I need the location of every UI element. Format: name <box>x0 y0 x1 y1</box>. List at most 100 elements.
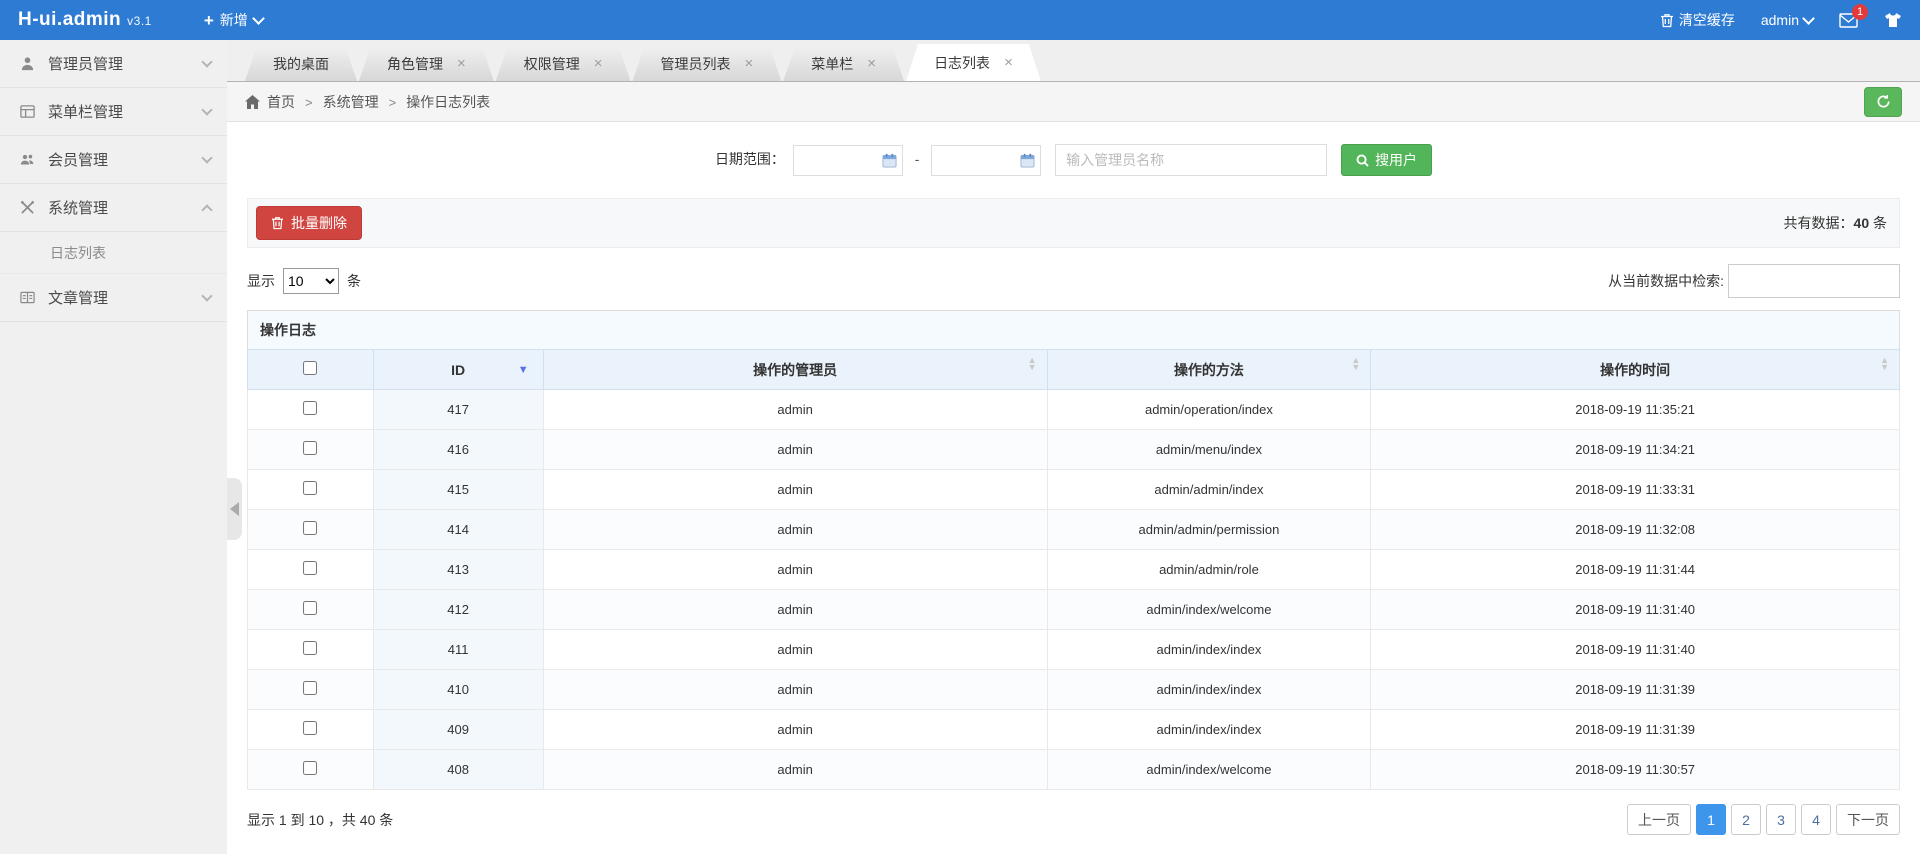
row-checkbox[interactable] <box>303 401 318 415</box>
cell-time: 2018-09-19 11:31:40 <box>1370 629 1900 670</box>
tab-label: 权限管理 <box>523 55 580 72</box>
cell-admin: admin <box>542 389 1048 430</box>
tab[interactable]: 管理员列表 × <box>633 46 782 81</box>
breadcrumb-bar: 首页 > 系统管理 > 操作日志列表 <box>227 82 1920 122</box>
column-header-id[interactable]: ID ▼ <box>372 349 544 390</box>
add-new-button[interactable]: + 新增 <box>204 10 265 30</box>
close-icon[interactable]: × <box>867 56 876 71</box>
cell-id: 408 <box>372 749 544 790</box>
user-menu[interactable]: admin <box>1761 11 1815 28</box>
page-number-button[interactable]: 1 <box>1696 804 1726 835</box>
column-header-method[interactable]: 操作的方法 ▲ ▼ <box>1046 349 1372 390</box>
sidebar-item[interactable]: 系统管理 <box>0 184 227 232</box>
app-brand[interactable]: H-ui.admin v3.1 <box>18 9 152 31</box>
total-count: 40 <box>1853 215 1870 231</box>
breadcrumb-item[interactable]: 首页 <box>267 94 295 110</box>
breadcrumb-separator: > <box>305 94 313 110</box>
tab-label: 我的桌面 <box>273 55 329 72</box>
sidebar-subitem[interactable]: 日志列表 <box>0 232 227 274</box>
page-number-button[interactable]: 2 <box>1731 804 1761 835</box>
total-count-text: 共有数据：40 条 <box>1784 213 1891 233</box>
tab[interactable]: 我的桌面 <box>245 46 357 81</box>
cell-admin: admin <box>542 589 1048 630</box>
close-icon[interactable]: × <box>1004 55 1013 70</box>
cell-time: 2018-09-19 11:35:21 <box>1370 389 1900 430</box>
column-label: 操作的管理员 <box>753 361 838 378</box>
sort-icon: ▲ ▼ <box>1351 355 1361 373</box>
theme-skin-button[interactable] <box>1884 12 1902 28</box>
row-checkbox[interactable] <box>303 441 318 455</box>
brand-version: v3.1 <box>127 14 152 28</box>
select-all-checkbox[interactable] <box>303 361 318 375</box>
row-checkbox[interactable] <box>303 481 318 495</box>
tab[interactable]: 菜单栏 × <box>783 46 904 81</box>
cell-admin: admin <box>542 509 1048 550</box>
table-row: 414 admin admin/admin/permission 2018-09… <box>247 509 1900 550</box>
batch-delete-button[interactable]: 批量删除 <box>256 206 362 240</box>
cell-id: 410 <box>372 669 544 710</box>
row-checkbox[interactable] <box>303 721 318 735</box>
tab[interactable]: 日志列表 × <box>906 44 1041 81</box>
tab-strip: 我的桌面 角色管理 × 权限管理 × 管理员列表 × 菜单栏 × 日志列表 × <box>227 40 1920 82</box>
main-layout: 管理员管理 菜单栏管理 会员管理 系统管理 日志列表 文章管理 我的桌面 角色管… <box>0 40 1920 854</box>
page-number-button[interactable]: 4 <box>1801 804 1831 835</box>
breadcrumb-item: 操作日志列表 <box>406 93 491 110</box>
close-icon[interactable]: × <box>745 56 754 71</box>
sidebar-item[interactable]: 菜单栏管理 <box>0 88 227 136</box>
row-checkbox[interactable] <box>303 601 318 615</box>
clear-cache-button[interactable]: 清空缓存 <box>1660 10 1735 30</box>
messages-button[interactable]: 1 <box>1839 3 1868 28</box>
page-size-select[interactable]: 10 <box>283 268 339 294</box>
chevron-down-icon <box>201 290 213 302</box>
column-header-time[interactable]: 操作的时间 ▲ ▼ <box>1370 349 1900 390</box>
chevron-down-icon <box>251 11 265 25</box>
sidebar-item[interactable]: 文章管理 <box>0 274 227 322</box>
sidebar-collapse-handle[interactable] <box>227 478 242 540</box>
cell-method: admin/index/index <box>1046 669 1372 710</box>
cell-admin: admin <box>542 669 1048 710</box>
article-icon <box>20 290 38 306</box>
cell-method: admin/admin/permission <box>1046 509 1372 550</box>
row-checkbox[interactable] <box>303 521 318 535</box>
cell-time: 2018-09-19 11:33:31 <box>1370 469 1900 510</box>
prev-page-button[interactable]: 上一页 <box>1627 804 1691 835</box>
cell-id: 412 <box>372 589 544 630</box>
search-user-button[interactable]: 搜用户 <box>1341 144 1433 176</box>
cell-id: 414 <box>372 509 544 550</box>
cell-admin: admin <box>542 469 1048 510</box>
cell-method: admin/operation/index <box>1046 389 1372 430</box>
tab-label: 角色管理 <box>387 55 443 72</box>
row-checkbox[interactable] <box>303 681 318 695</box>
calendar-icon[interactable] <box>882 153 897 168</box>
refresh-button[interactable] <box>1864 86 1902 117</box>
row-checkbox-cell <box>247 389 374 430</box>
sidebar-item[interactable]: 会员管理 <box>0 136 227 184</box>
row-checkbox-cell <box>247 709 374 750</box>
total-unit: 条 <box>1873 215 1887 231</box>
cell-time: 2018-09-19 11:31:40 <box>1370 589 1900 630</box>
next-page-button[interactable]: 下一页 <box>1836 804 1900 835</box>
row-checkbox[interactable] <box>303 641 318 655</box>
tab-label: 菜单栏 <box>811 55 854 72</box>
page-number-button[interactable]: 3 <box>1766 804 1796 835</box>
breadcrumb-item[interactable]: 系统管理 <box>323 94 379 110</box>
row-checkbox[interactable] <box>303 561 318 575</box>
tab-label: 管理员列表 <box>660 55 731 72</box>
cell-admin: admin <box>542 629 1048 670</box>
filter-input[interactable] <box>1728 264 1900 298</box>
row-checkbox[interactable] <box>303 761 318 775</box>
cell-time: 2018-09-19 11:32:08 <box>1370 509 1900 550</box>
admin-name-input[interactable] <box>1055 144 1328 176</box>
calendar-icon[interactable] <box>1020 153 1035 168</box>
tab[interactable]: 权限管理 × <box>496 46 631 81</box>
table-caption: 操作日志 <box>247 310 1900 349</box>
sidebar-item-label: 菜单栏管理 <box>48 104 124 121</box>
sidebar-item[interactable]: 管理员管理 <box>0 40 227 88</box>
table-row: 408 admin admin/index/welcome 2018-09-19… <box>247 749 1900 790</box>
cell-method: admin/menu/index <box>1046 429 1372 470</box>
close-icon[interactable]: × <box>594 56 603 71</box>
tab[interactable]: 角色管理 × <box>359 46 494 81</box>
column-header-admin[interactable]: 操作的管理员 ▲ ▼ <box>542 349 1048 390</box>
search-icon <box>1356 154 1369 167</box>
close-icon[interactable]: × <box>457 56 466 71</box>
